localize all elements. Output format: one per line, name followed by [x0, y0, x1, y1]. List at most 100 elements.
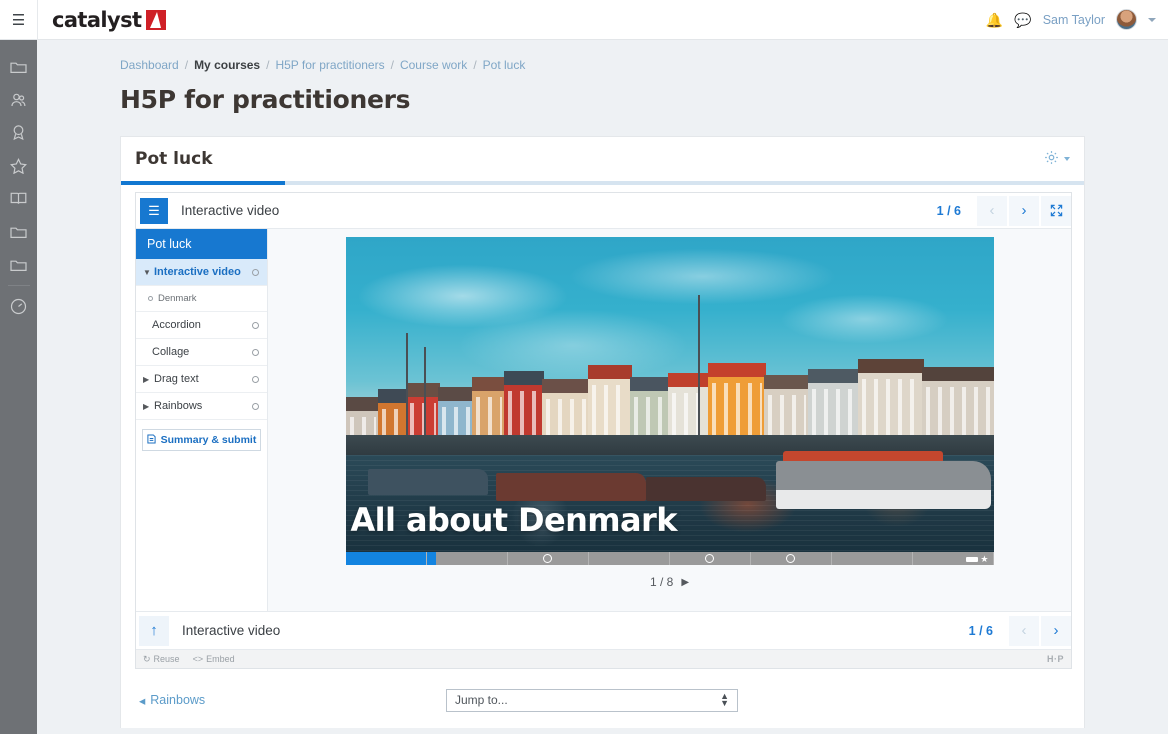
video-segment [589, 552, 670, 565]
previous-activity-link[interactable]: ◂ Rainbows [139, 693, 205, 708]
boat [645, 477, 766, 501]
play-arrow-icon[interactable]: ▶ [681, 577, 689, 588]
star-icon[interactable]: ★ [980, 554, 988, 565]
video-overlay-title: All about Denmark [350, 501, 678, 539]
sidebar-item-badges[interactable] [0, 116, 37, 149]
video-segment [346, 552, 427, 565]
video-segment [832, 552, 913, 565]
boat [775, 461, 991, 509]
card-settings-menu[interactable] [1044, 150, 1070, 168]
sidebar-item-book[interactable] [0, 182, 37, 215]
bell-icon[interactable]: 🔔 [986, 13, 1003, 27]
embed-label: Embed [206, 654, 235, 664]
breadcrumb-separator: / [473, 58, 477, 72]
h5p-nav-item-rainbows[interactable]: ▶ Rainbows [136, 393, 267, 420]
breadcrumb-item-course-work[interactable]: Course work [400, 58, 467, 72]
h5p-nav-item-denmark[interactable]: Denmark [136, 286, 267, 312]
chevron-down-icon: ▼ [143, 267, 151, 277]
breadcrumb-separator: / [390, 58, 394, 72]
top-header-bar: ☰ catalyst 🔔 💬 Sam Taylor [0, 0, 1168, 40]
menu-icon[interactable]: ☰ [140, 197, 168, 224]
boat [495, 473, 646, 501]
h5p-nav-item-label: Accordion [152, 319, 201, 331]
breadcrumb-item-pot-luck[interactable]: Pot luck [483, 58, 526, 72]
summary-and-submit-button[interactable]: Summary & submit [142, 429, 261, 451]
status-circle-icon [252, 321, 259, 329]
h5p-video-stage: All about Denmark ★ 1 / 8 ▶ [268, 229, 1071, 611]
sidebar-item-folder-3[interactable] [0, 248, 37, 281]
reuse-icon: ↻ [143, 653, 151, 664]
brand-mark-icon [146, 9, 167, 30]
chevron-left-icon[interactable]: ‹ [977, 195, 1007, 226]
card-title: Pot luck [135, 149, 213, 169]
interaction-marker-icon[interactable] [705, 554, 714, 563]
sidebar-item-favourites[interactable] [0, 149, 37, 182]
previous-activity-label: Rainbows [150, 693, 206, 707]
sidebar-item-dashboard[interactable] [0, 290, 37, 323]
breadcrumb-item-course[interactable]: H5P for practitioners [275, 58, 384, 72]
h5p-body: Pot luck ▼ Interactive video Denmark Acc… [136, 229, 1071, 611]
sidebar-item-folder-1[interactable] [0, 50, 37, 83]
avatar[interactable] [1116, 9, 1137, 30]
h5p-nav-header: Pot luck [136, 229, 267, 259]
status-circle-icon [252, 375, 259, 383]
h5p-nav-item-label: Drag text [154, 373, 199, 385]
activity-navigation: ◂ Rainbows Jump to... ▲ ▼ [121, 672, 1084, 728]
chevron-down-icon[interactable] [1064, 157, 1070, 161]
mast [423, 347, 426, 439]
video-segment[interactable] [670, 552, 751, 565]
video-segment [427, 552, 508, 565]
video-segment[interactable] [751, 552, 832, 565]
h5p-nav-item-drag-text[interactable]: ▶ Drag text [136, 366, 267, 393]
fullscreen-icon[interactable] [1041, 195, 1071, 226]
chevron-down-icon[interactable] [1148, 17, 1156, 22]
video-pager-count: 1 / 8 [649, 575, 674, 589]
brand-name: catalyst [52, 7, 142, 32]
course-progress-fill [121, 181, 285, 185]
user-name[interactable]: Sam Taylor [1043, 13, 1105, 27]
embed-button[interactable]: <> Embed [193, 654, 235, 664]
h5p-activity-title: Interactive video [181, 203, 280, 218]
chat-bubble-icon[interactable]: 💬 [1014, 13, 1031, 27]
chevron-left-icon[interactable]: ‹ [1009, 615, 1039, 646]
chevron-right-icon[interactable]: › [1041, 615, 1071, 646]
sidebar-item-folder-2[interactable] [0, 215, 37, 248]
chevron-right-icon[interactable]: › [1009, 195, 1039, 226]
hamburger-icon[interactable]: ☰ [0, 0, 38, 40]
interaction-marker-icon[interactable] [786, 554, 795, 563]
chevron-right-icon: ▶ [143, 401, 150, 411]
breadcrumb: Dashboard / My courses / H5P for practit… [37, 40, 1168, 72]
video-player[interactable]: All about Denmark ★ [345, 237, 994, 565]
h5p-counter: 1 / 6 [936, 203, 961, 218]
h5p-nav-item-accordion[interactable]: Accordion [136, 312, 267, 339]
reuse-button[interactable]: ↻ Reuse [143, 654, 180, 665]
chevron-updown-icon[interactable]: ▲ ▼ [720, 691, 729, 707]
gear-icon[interactable] [1044, 150, 1059, 168]
page-content: Dashboard / My courses / H5P for practit… [37, 40, 1168, 734]
video-progress-bar[interactable]: ★ [345, 552, 994, 565]
breadcrumb-item-dashboard[interactable]: Dashboard [120, 58, 179, 72]
interaction-marker-icon[interactable] [543, 554, 552, 563]
h5p-toolbar-buttons: ‹ › [975, 195, 1071, 226]
h5p-bottom-toolbar: ↑ Interactive video 1 / 6 ‹ › [136, 611, 1071, 649]
bullet-icon [148, 296, 153, 301]
h5p-nav-item-collage[interactable]: Collage [136, 339, 267, 366]
h5p-nav-item-interactive-video[interactable]: ▼ Interactive video [136, 259, 267, 286]
video-interaction-markers [346, 552, 994, 565]
jump-to-select[interactable]: Jump to... ▲ ▼ [446, 688, 738, 712]
h5p-nav-item-label: Rainbows [154, 400, 203, 412]
status-circle-icon [252, 402, 259, 410]
brand-logo[interactable]: catalyst [52, 7, 167, 32]
h5p-logo: H·P [1047, 654, 1064, 664]
sidebar-item-participants[interactable] [0, 83, 37, 116]
breadcrumb-separator: / [184, 58, 189, 72]
status-circle-icon [252, 348, 259, 356]
breadcrumb-separator: / [266, 58, 270, 72]
video-segment[interactable] [508, 552, 589, 565]
boat [367, 469, 488, 495]
video-bookmark-star[interactable]: ★ [966, 554, 989, 565]
arrow-up-icon[interactable]: ↑ [139, 615, 169, 646]
jump-to-label: Jump to... [455, 693, 508, 707]
mast [697, 295, 700, 447]
breadcrumb-item-my-courses[interactable]: My courses [194, 58, 260, 72]
